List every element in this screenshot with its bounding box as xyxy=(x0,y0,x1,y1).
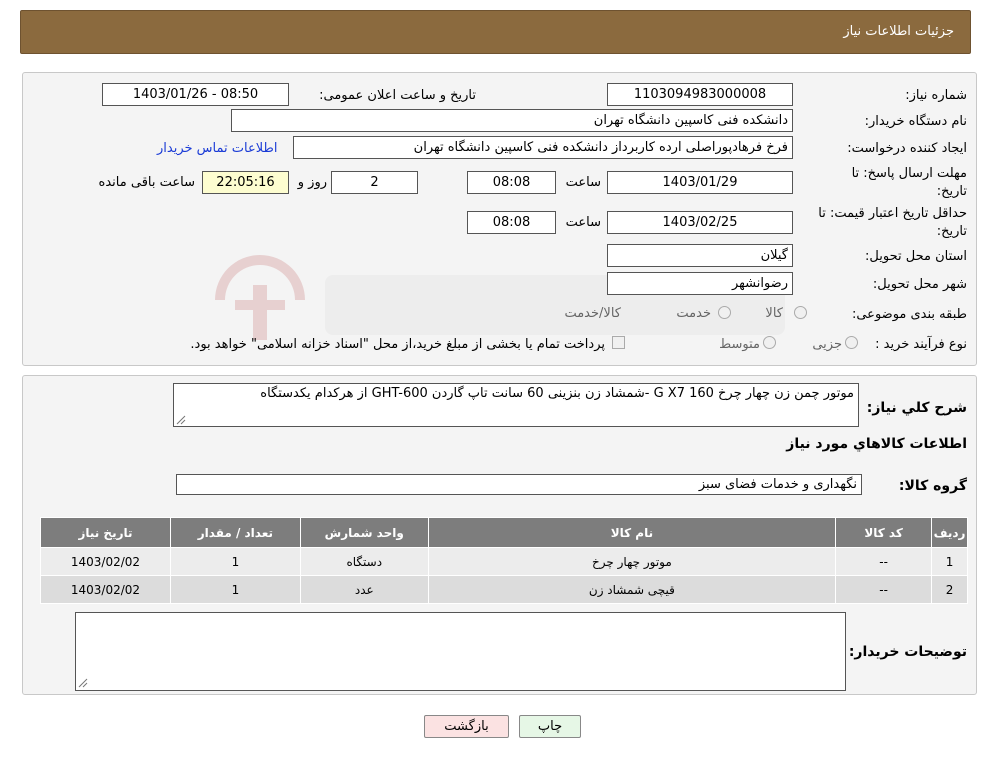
buyer-notes-textarea[interactable] xyxy=(75,612,846,691)
col-quantity: تعداد / مقدار xyxy=(169,517,301,548)
process-option-medium: متوسط xyxy=(719,337,760,352)
deadline-time-field: 08:08 xyxy=(467,171,556,194)
category-radio-goods[interactable] xyxy=(794,306,807,319)
buyer-org-field: دانشکده فنی کاسپین دانشگاه تهران xyxy=(231,109,793,132)
category-radio-service[interactable] xyxy=(718,306,731,319)
cell-row: 2 xyxy=(931,575,968,604)
back-button[interactable]: بازگشت xyxy=(424,715,509,738)
col-unit: واحد شمارش xyxy=(299,517,429,548)
validity-label: حداقل تاریخ اعتبار قیمت: تا xyxy=(818,206,967,221)
province-label: استان محل تحویل: xyxy=(865,249,967,264)
category-option-goods-service: کالا/خدمت xyxy=(564,306,621,321)
process-note: پرداخت تمام یا بخشی از مبلغ خرید،از محل … xyxy=(190,337,605,352)
announce-datetime-field: 1403/01/26 - 08:50 xyxy=(102,83,289,106)
page-header: جزئیات اطلاعات نیاز xyxy=(20,10,971,54)
cell-code: -- xyxy=(835,575,933,604)
buyer-notes-resize-handle-icon[interactable] xyxy=(78,678,88,688)
announce-datetime-label: تاریخ و ساعت اعلان عمومی: xyxy=(319,88,476,103)
items-table: ردیف کد کالا نام کالا واحد شمارش تعداد /… xyxy=(40,517,968,604)
days-label: روز و xyxy=(297,175,327,190)
need-number-field: 1103094983000008 xyxy=(607,83,793,106)
cell-need-date: 1403/02/02 xyxy=(40,547,171,576)
cell-quantity: 1 xyxy=(169,547,301,576)
cell-name: موتور چهار چرخ xyxy=(427,547,837,576)
category-option-service: خدمت xyxy=(676,306,711,321)
col-code: کد کالا xyxy=(835,517,933,548)
category-label: طبقه بندی موضوعی: xyxy=(851,307,967,322)
city-label: شهر محل تحویل: xyxy=(872,277,967,292)
buyer-contact-link[interactable]: اطلاعات تماس خریدار xyxy=(157,141,277,156)
deadline-label: مهلت ارسال پاسخ: تا xyxy=(851,166,967,181)
category-option-goods: کالا xyxy=(765,306,783,321)
creator-label: ایجاد کننده درخواست: xyxy=(847,141,967,156)
col-row: ردیف xyxy=(931,517,968,548)
cell-name: قیچی شمشاد زن xyxy=(427,575,837,604)
table-row: 1 -- موتور چهار چرخ دستگاه 1 1403/02/02 xyxy=(40,547,968,576)
remaining-time-field: 22:05:16 xyxy=(202,171,289,194)
process-label: نوع فرآیند خرید : xyxy=(875,337,967,352)
cell-row: 1 xyxy=(931,547,968,576)
page-title: جزئیات اطلاعات نیاز xyxy=(843,24,954,39)
days-remaining-field: 2 xyxy=(331,171,418,194)
cell-code: -- xyxy=(835,547,933,576)
remaining-time-label: ساعت باقی مانده xyxy=(98,175,195,190)
cell-need-date: 1403/02/02 xyxy=(40,575,171,604)
summary-textarea[interactable]: موتور چمن زن چهار چرخ G X7 160 -شمشاد زن… xyxy=(173,383,859,427)
summary-label: شرح كلي نياز: xyxy=(866,400,967,416)
validity-date-field: 1403/02/25 xyxy=(607,211,793,234)
goods-group-label: گروه کالا: xyxy=(898,478,967,494)
cell-unit: عدد xyxy=(299,575,429,604)
validity-label-2: تاریخ: xyxy=(936,224,967,239)
treasury-checkbox[interactable] xyxy=(612,336,625,349)
validity-time-label: ساعت xyxy=(565,215,601,230)
validity-time-field: 08:08 xyxy=(467,211,556,234)
process-radio-minor[interactable] xyxy=(845,336,858,349)
cell-unit: دستگاه xyxy=(299,547,429,576)
cell-quantity: 1 xyxy=(169,575,301,604)
city-field: رضوانشهر xyxy=(607,272,793,295)
table-row: 2 -- قیچی شمشاد زن عدد 1 1403/02/02 xyxy=(40,575,968,604)
deadline-label-2: تاریخ: xyxy=(936,184,967,199)
province-field: گیلان xyxy=(607,244,793,267)
process-option-minor: جزیی xyxy=(812,337,842,352)
print-button[interactable]: چاپ xyxy=(519,715,581,738)
deadline-time-label: ساعت xyxy=(565,175,601,190)
need-number-label: شماره نیاز: xyxy=(905,88,967,103)
creator-field: فرخ فرهادپوراصلی ارده کاربرداز دانشکده ف… xyxy=(293,136,793,159)
summary-resize-handle-icon[interactable] xyxy=(176,415,186,425)
buyer-org-label: نام دستگاه خریدار: xyxy=(864,114,967,129)
process-radio-medium[interactable] xyxy=(763,336,776,349)
buyer-notes-label: توضیحات خریدار: xyxy=(848,644,967,660)
goods-group-field: نگهداری و خدمات فضای سبز xyxy=(176,474,862,495)
items-heading: اطلاعات كالاهاي مورد نياز xyxy=(786,436,967,452)
deadline-date-field: 1403/01/29 xyxy=(607,171,793,194)
table-header-row: ردیف کد کالا نام کالا واحد شمارش تعداد /… xyxy=(40,517,968,548)
col-name: نام کالا xyxy=(427,517,837,548)
col-need-date: تاریخ نیاز xyxy=(40,517,171,548)
